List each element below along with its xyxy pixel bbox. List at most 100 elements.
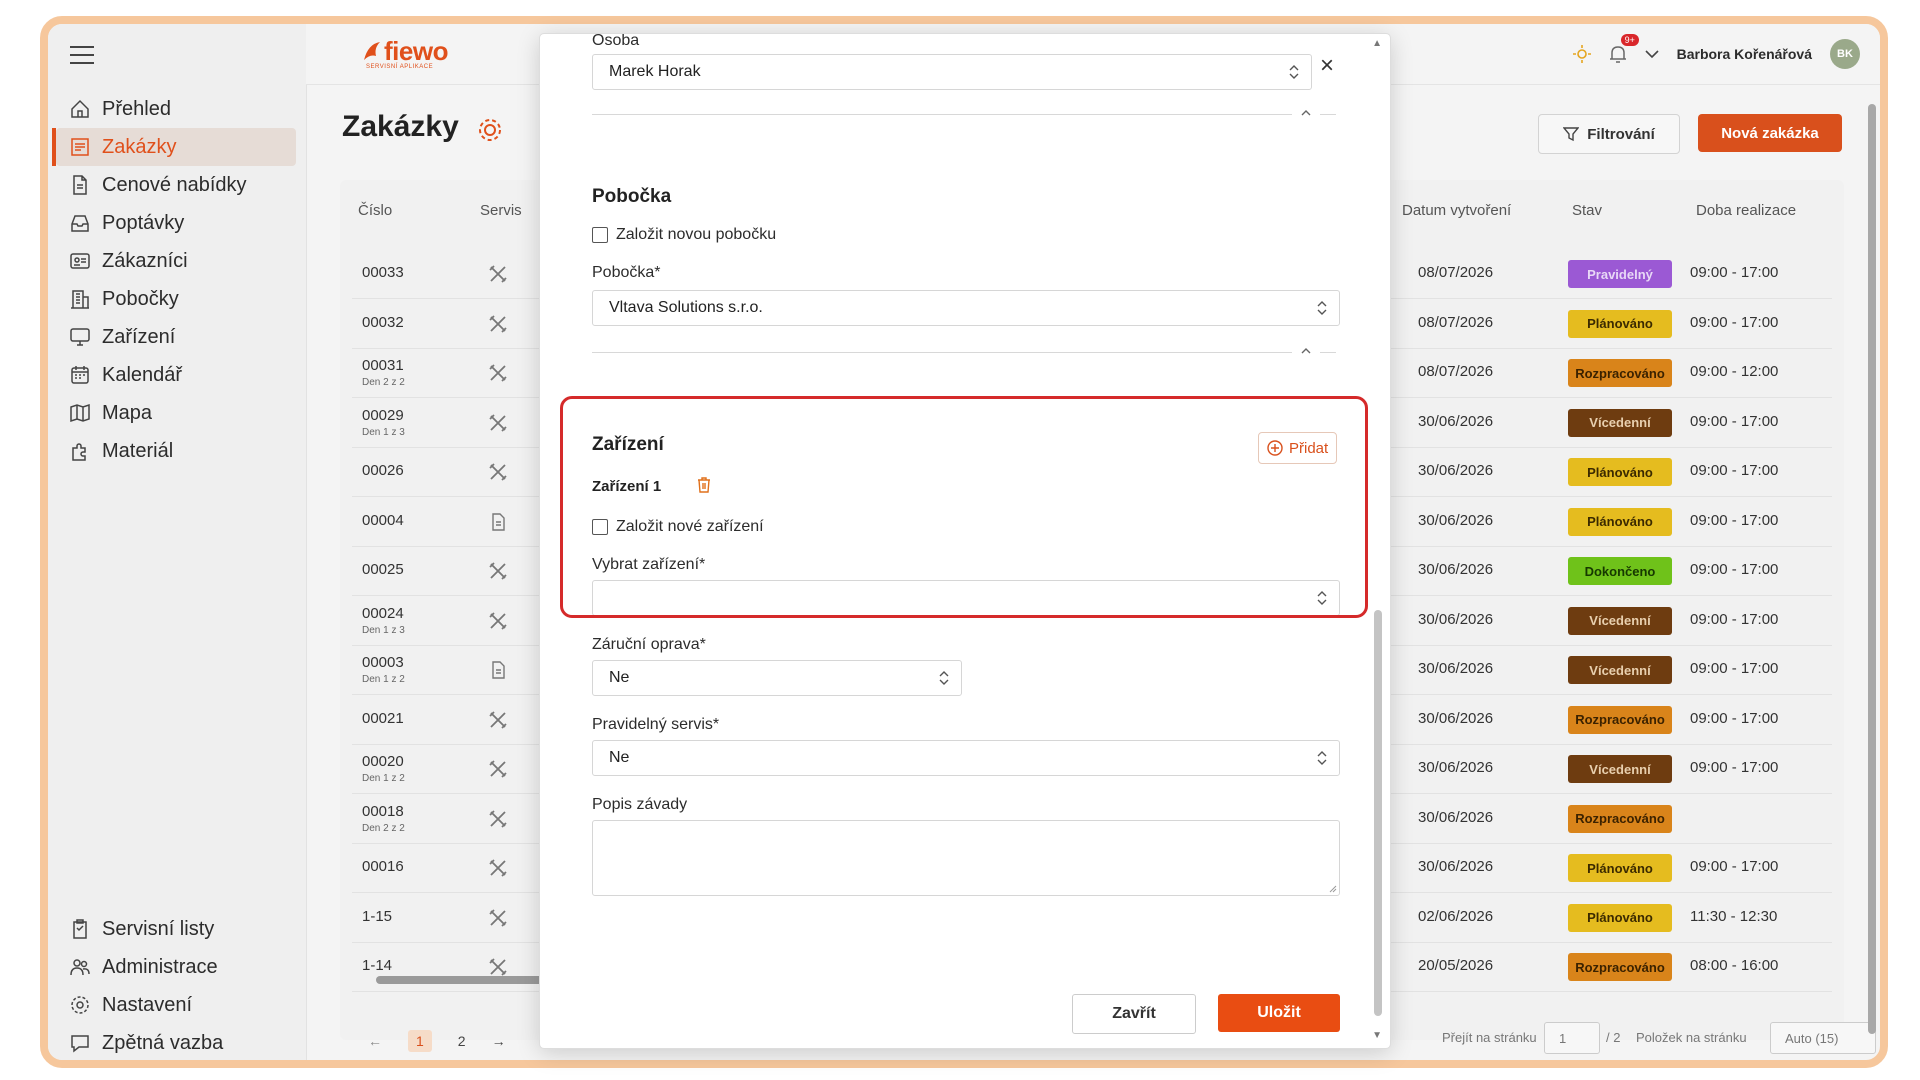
col-header-cislo[interactable]: Číslo <box>358 202 392 219</box>
sidebar-item-label: Cenové nabídky <box>102 173 247 196</box>
sidebar-item-top-9[interactable]: Materiál <box>56 432 296 470</box>
tools-icon <box>488 611 508 631</box>
page-1-button[interactable]: 1 <box>408 1030 432 1052</box>
row-number: 00024 <box>362 604 404 622</box>
pobocka-select[interactable]: Vltava Solutions s.r.o. <box>592 290 1340 326</box>
row-date: 30/06/2026 <box>1418 561 1494 578</box>
sidebar-item-bottom-1[interactable]: Administrace <box>56 948 296 986</box>
sidebar-item-top-3[interactable]: Poptávky <box>56 204 296 242</box>
col-header-stav[interactable]: Stav <box>1572 202 1602 219</box>
regular-service-value: Ne <box>609 749 630 766</box>
row-date: 30/06/2026 <box>1418 462 1494 479</box>
row-time: 09:00 - 12:00 <box>1690 363 1779 380</box>
new-device-checkbox[interactable] <box>592 519 608 535</box>
row-date: 30/06/2026 <box>1418 511 1494 529</box>
sidebar-item-top-0[interactable]: Přehled <box>56 90 296 128</box>
sidebar-item-top-1[interactable]: Zakázky <box>52 128 296 166</box>
sidebar-item-top-6[interactable]: Zařízení <box>56 318 296 356</box>
puzzle-icon <box>68 439 92 463</box>
fault-description-textarea[interactable] <box>592 820 1340 896</box>
clear-osoba-button[interactable]: × <box>1320 52 1334 80</box>
per-page-select[interactable]: Auto (15) <box>1770 1022 1876 1054</box>
sort-arrows-icon <box>939 671 949 685</box>
menu-icon[interactable] <box>70 46 94 66</box>
sidebar-item-top-5[interactable]: Pobočky <box>56 280 296 318</box>
row-number: 00018 <box>362 802 404 820</box>
row-time: 09:00 - 17:00 <box>1690 511 1779 529</box>
next-page-button[interactable]: → <box>492 1033 506 1049</box>
add-device-button[interactable]: Přidat <box>1258 432 1338 464</box>
zarizeni-section-title: Zařízení <box>592 434 664 455</box>
sidebar-item-label: Zákazníci <box>102 249 188 272</box>
section-divider <box>592 352 1292 353</box>
scroll-down-arrow[interactable]: ▼ <box>1372 1030 1382 1041</box>
page-2-button[interactable]: 2 <box>458 1033 466 1049</box>
chevron-down-icon[interactable] <box>1645 49 1659 59</box>
resize-handle-icon[interactable] <box>1329 885 1337 893</box>
warranty-select[interactable]: Ne <box>592 660 962 696</box>
sidebar-item-top-4[interactable]: Zákazníci <box>56 242 296 280</box>
inbox-icon <box>68 211 92 235</box>
sidebar-item-bottom-3[interactable]: Zpětná vazba <box>56 1024 296 1060</box>
page-title: Zakázky <box>342 110 459 143</box>
scroll-up-arrow[interactable]: ▲ <box>1372 38 1382 49</box>
row-time: 09:00 - 17:00 <box>1690 412 1779 430</box>
row-day-info: Den 1 z 3 <box>362 624 405 636</box>
row-date: 30/06/2026 <box>1418 660 1494 677</box>
row-day-info: Den 2 z 2 <box>362 822 405 834</box>
goto-page-input[interactable]: 1 <box>1544 1022 1600 1054</box>
row-number: 00031 <box>362 357 404 374</box>
row-number: 00016 <box>362 858 404 875</box>
sidebar-item-bottom-2[interactable]: Nastavení <box>56 986 296 1024</box>
sidebar-item-top-2[interactable]: Cenové nabídky <box>56 166 296 204</box>
regular-service-select[interactable]: Ne <box>592 740 1340 776</box>
status-badge: Rozpracováno <box>1568 705 1672 734</box>
col-header-datum[interactable]: Datum vytvoření <box>1402 202 1511 219</box>
prev-page-button[interactable]: ← <box>368 1033 382 1049</box>
section-divider <box>592 114 1292 115</box>
select-device-select[interactable] <box>592 580 1340 616</box>
osoba-select[interactable]: Marek Horak <box>592 54 1312 90</box>
sidebar-item-label: Zařízení <box>102 325 176 348</box>
row-date: 20/05/2026 <box>1418 957 1494 974</box>
device-item-title: Zařízení 1 <box>592 478 662 495</box>
sun-icon[interactable] <box>1572 45 1591 63</box>
tools-icon <box>488 809 508 829</box>
sidebar-item-top-8[interactable]: Mapa <box>56 394 296 432</box>
avatar[interactable]: BK <box>1830 39 1860 69</box>
col-header-doba[interactable]: Doba realizace <box>1696 202 1796 219</box>
sort-arrows-icon <box>1289 65 1299 79</box>
close-button[interactable]: Zavřít <box>1072 994 1196 1034</box>
chevron-up-icon[interactable] <box>1300 108 1312 118</box>
new-branch-checkbox[interactable] <box>592 227 608 243</box>
new-branch-checkbox-row[interactable]: Založit novou pobočku <box>592 226 776 244</box>
gear-icon[interactable] <box>476 116 504 144</box>
tools-icon <box>488 957 508 977</box>
user-name[interactable]: Barbora Kořenářová <box>1677 46 1812 62</box>
sort-arrows-icon <box>1317 591 1327 605</box>
row-number: 1-14 <box>362 957 393 974</box>
sidebar-item-top-7[interactable]: Kalendář <box>56 356 296 394</box>
sidebar-item-bottom-0[interactable]: Servisní listy <box>56 910 296 948</box>
row-date: 30/06/2026 <box>1418 759 1494 776</box>
col-header-servis[interactable]: Servis <box>480 202 522 219</box>
save-button[interactable]: Uložit <box>1218 994 1340 1032</box>
chevron-up-icon[interactable] <box>1300 346 1312 356</box>
page-scrollbar[interactable] <box>1868 94 1876 1054</box>
sidebar-item-label: Mapa <box>102 401 153 424</box>
trash-icon[interactable] <box>696 476 712 494</box>
pobocka-section-title: Pobočka <box>592 186 672 207</box>
new-device-checkbox-row[interactable]: Založit nové zařízení <box>592 518 764 536</box>
row-date: 30/06/2026 <box>1418 808 1494 826</box>
goto-page-total: / 2 <box>1606 1030 1621 1045</box>
sidebar-item-label: Přehled <box>102 97 171 120</box>
filter-button[interactable]: Filtrování <box>1538 114 1680 154</box>
modal-scrollbar-thumb[interactable] <box>1374 610 1382 1016</box>
clipboard-icon <box>68 917 92 941</box>
row-number: 00032 <box>362 313 404 331</box>
notifications[interactable]: 9+ <box>1609 34 1639 64</box>
pagination: ← 1 2 → <box>368 1030 506 1052</box>
status-badge: Rozpracováno <box>1568 359 1672 387</box>
new-order-button[interactable]: Nová zakázka <box>1698 114 1842 152</box>
section-divider <box>1320 352 1336 353</box>
